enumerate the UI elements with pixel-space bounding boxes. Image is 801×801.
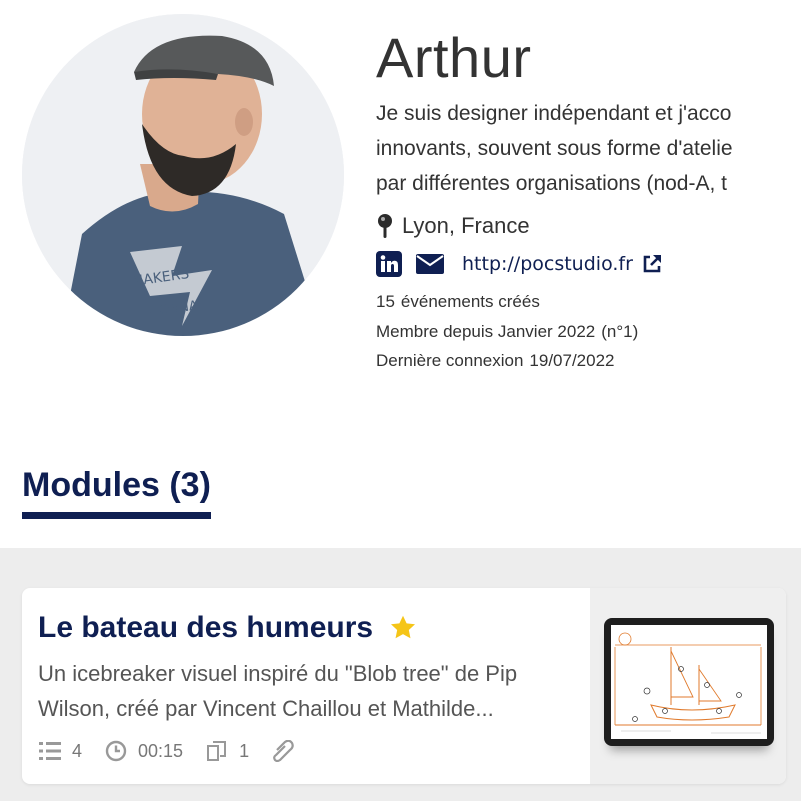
linkedin-icon[interactable] — [376, 251, 402, 277]
module-title[interactable]: Le bateau des humeurs — [38, 606, 373, 650]
last-login-date: 19/07/2022 — [529, 351, 615, 370]
meta-attachments — [271, 740, 305, 762]
meta-steps: 4 — [38, 740, 82, 762]
module-meta: 4 00:15 1 — [38, 740, 593, 762]
modules-heading: Modules (3) — [22, 462, 211, 519]
location-text: Lyon, France — [402, 213, 530, 238]
module-card[interactable]: Le bateau des humeurs Un icebreaker visu… — [22, 588, 786, 784]
modules-list: Le bateau des humeurs Un icebreaker visu… — [0, 548, 801, 801]
tablet-frame — [604, 618, 774, 746]
avatar: MAKERS GONNA — [22, 14, 344, 336]
profile-location: Lyon, France — [376, 209, 801, 243]
member-rank: (n°1) — [601, 321, 639, 341]
mail-icon[interactable] — [416, 254, 444, 274]
meta-duration: 00:15 — [104, 740, 183, 762]
list-icon — [39, 742, 61, 760]
copies-count: 1 — [239, 740, 250, 761]
map-pin-icon — [378, 214, 392, 238]
star-icon[interactable] — [389, 614, 417, 642]
bio-line: Je suis designer indépendant et j'acco — [376, 102, 732, 125]
profile-header: MAKERS GONNA Arthur Je suis designer ind… — [0, 0, 801, 430]
module-title-row: Le bateau des humeurs — [38, 606, 593, 650]
member-since: Membre depuis Janvier 2022 — [376, 321, 596, 341]
avatar-photo: MAKERS GONNA — [22, 14, 344, 336]
stat-member-since: Membre depuis Janvier 2022 (n°1) — [376, 317, 801, 347]
module-card-body: Le bateau des humeurs Un icebreaker visu… — [38, 606, 593, 762]
clock-icon — [105, 740, 127, 762]
events-count: 15 — [376, 292, 395, 311]
duration-value: 00:15 — [138, 740, 184, 761]
profile-info: Arthur Je suis designer indépendant et j… — [376, 28, 801, 376]
events-label: événements créés — [400, 292, 540, 311]
bio-line: par différentes organisations (nod-A, t — [376, 172, 727, 195]
stat-events: 15 événements créés — [376, 287, 801, 317]
stat-last-login: Dernière connexion 19/07/2022 — [376, 346, 801, 376]
boat-illustration — [611, 625, 767, 739]
bio-line: innovants, souvent sous forme d'atelie — [376, 137, 733, 160]
module-thumbnail[interactable] — [590, 588, 786, 784]
steps-count: 4 — [72, 740, 83, 761]
profile-stats: 15 événements créés Membre depuis Janvier… — [376, 287, 801, 376]
copy-icon — [207, 741, 227, 761]
paperclip-icon — [273, 740, 294, 762]
profile-bio: Je suis designer indépendant et j'acco i… — [376, 96, 801, 201]
external-link-icon[interactable] — [641, 253, 663, 275]
last-login-label: Dernière connexion — [376, 351, 524, 370]
meta-copies: 1 — [205, 740, 249, 762]
profile-name: Arthur — [376, 26, 532, 89]
profile-links: http://pocstudio.fr — [376, 249, 801, 279]
modules-heading-wrap: Modules (3) — [22, 462, 211, 519]
website-link[interactable]: http://pocstudio.fr — [462, 253, 633, 275]
module-description: Un icebreaker visuel inspiré du "Blob tr… — [38, 661, 518, 721]
